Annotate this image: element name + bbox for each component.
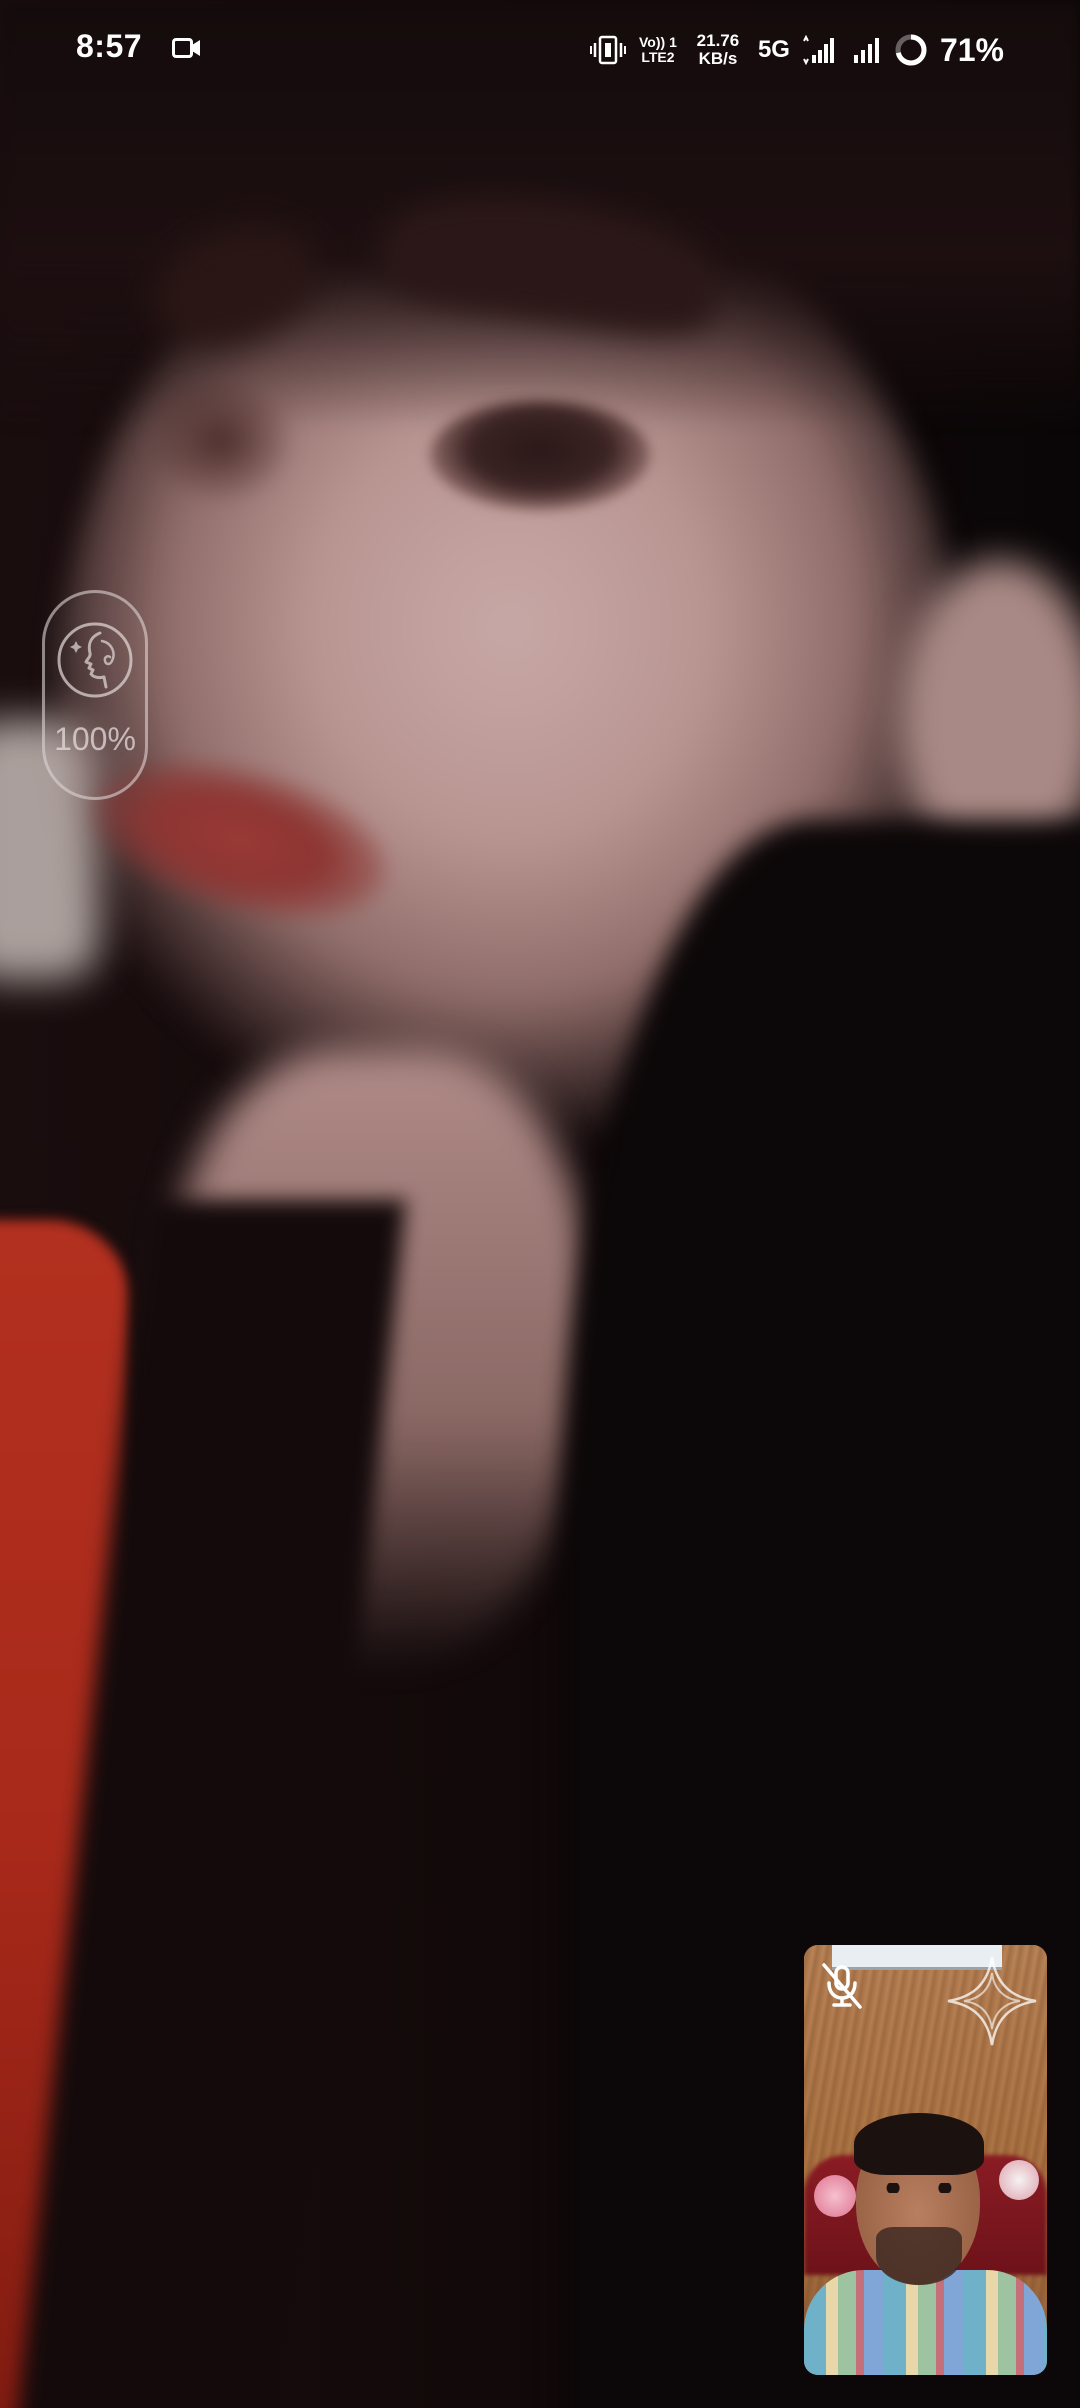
video-eye-left (150, 380, 290, 500)
preview-flower-2 (999, 2160, 1039, 2200)
status-time: 8:57 (76, 28, 143, 64)
status-bar: 8:57 Vo)) 1 LTE2 21.76 KB/s 5G 71% (0, 0, 1080, 100)
preview-hair (854, 2113, 984, 2175)
network-speed-value: 21.76 (696, 31, 740, 50)
vibrate-icon (589, 35, 626, 65)
volte-indicator: Vo)) 1 LTE2 (638, 35, 678, 65)
network-speed: 21.76 KB/s (690, 32, 746, 68)
battery-icon (895, 34, 927, 66)
video-eye-right (430, 400, 650, 510)
video-call-screen: 8:57 Vo)) 1 LTE2 21.76 KB/s 5G 71% 100% (0, 0, 1080, 2408)
preview-shirt (804, 2270, 1047, 2375)
sparkle-icon[interactable] (944, 1953, 1040, 2049)
beauty-filter-value: 100% (54, 721, 136, 757)
volte-line1: Vo)) 1 (639, 34, 677, 50)
network-speed-unit: KB/s (698, 49, 738, 68)
video-camera-icon (172, 38, 200, 58)
status-icons: Vo)) 1 LTE2 21.76 KB/s 5G 71% (589, 26, 1004, 74)
face-profile-icon (57, 622, 133, 698)
preview-flower (814, 2175, 856, 2217)
mic-off-icon (822, 1963, 862, 2009)
volte-line2: LTE2 (641, 49, 675, 65)
signal-sim1-icon (803, 35, 834, 65)
preview-beard (876, 2227, 962, 2285)
battery-percent: 71% (939, 31, 1004, 68)
signal-sim2-icon (853, 38, 879, 63)
preview-eyes (882, 2183, 956, 2193)
network-type: 5G (757, 36, 790, 63)
self-video-preview[interactable] (804, 1945, 1047, 2375)
beauty-filter-button[interactable]: 100% (42, 590, 148, 800)
mute-toggle-button[interactable] (814, 1957, 870, 2013)
